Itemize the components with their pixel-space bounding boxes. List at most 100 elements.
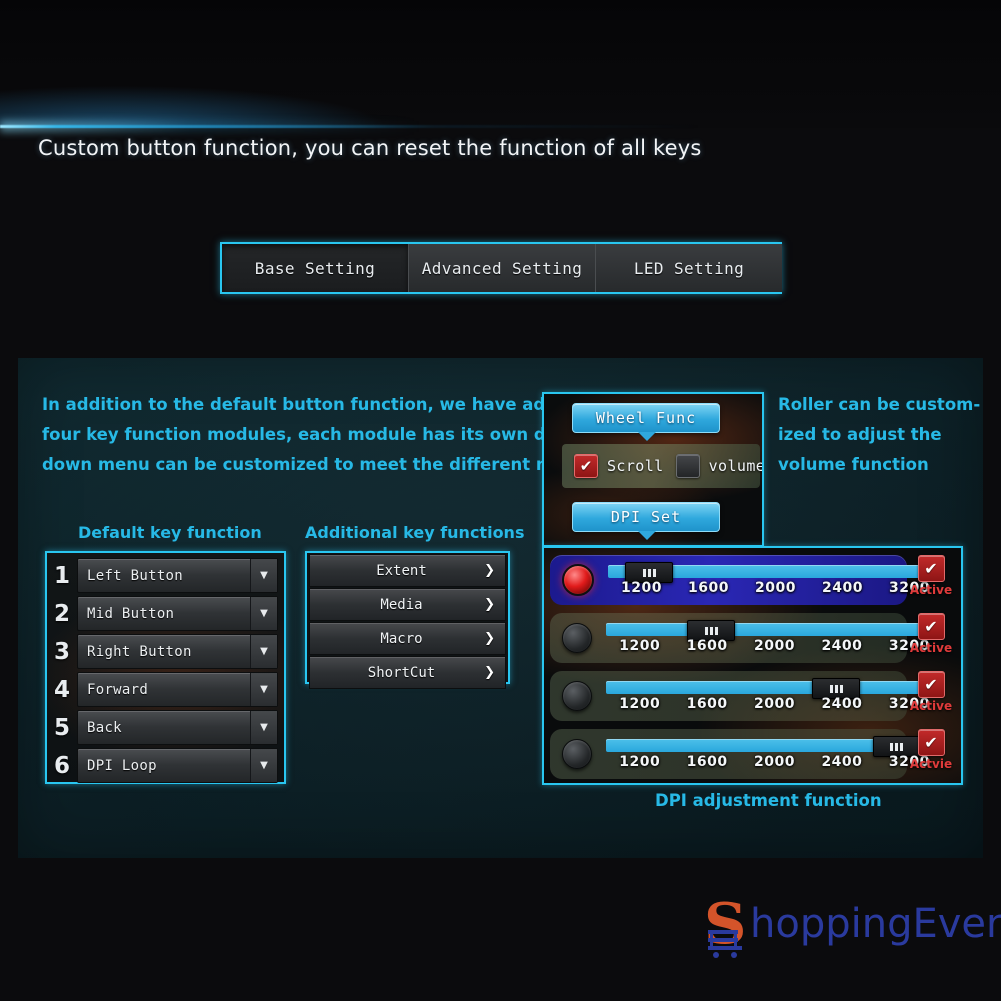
menu-item-label: Extent: [376, 562, 427, 579]
menu-item-extent[interactable]: Extent ❯: [309, 554, 506, 587]
wheel-func-button[interactable]: Wheel Func: [572, 403, 720, 441]
description-line-1: In addition to the default button functi…: [42, 395, 581, 414]
dpi-led-indicator[interactable]: [562, 681, 592, 711]
wheel-function-panel: Wheel Func ✔ Scroll volume DPI Set: [542, 392, 764, 547]
key-row: 5 Back ▼: [47, 709, 284, 746]
dpi-tick: 2400: [821, 754, 863, 770]
dpi-slider-track: [606, 681, 943, 694]
chevron-right-icon: ❯: [484, 631, 495, 646]
top-banner: [0, 0, 1001, 132]
dpi-tick: 1200: [619, 696, 661, 712]
chevron-down-icon[interactable]: ▼: [250, 749, 277, 782]
dpi-active-checkbox[interactable]: ✔: [917, 555, 945, 582]
dpi-tick: 1600: [686, 638, 728, 654]
watermark-text: hoppingEverydays: [750, 901, 1001, 947]
key-dropdown-3[interactable]: Right Button ▼: [77, 634, 278, 669]
dpi-tick-labels: 1200 1600 2000 2400 3200: [606, 754, 943, 770]
key-index: 1: [53, 562, 70, 589]
dpi-tick: 1200: [619, 754, 661, 770]
dpi-tick: 1600: [686, 754, 728, 770]
key-dropdown-1[interactable]: Left Button ▼: [77, 558, 278, 593]
key-index: 5: [53, 714, 70, 741]
key-row: 6 DPI Loop ▼: [47, 747, 284, 784]
chevron-right-icon: ❯: [484, 563, 495, 578]
additional-key-functions-menu: Extent ❯ Media ❯ Macro ❯ ShortCut ❯: [305, 551, 510, 689]
key-dropdown-value: Right Button: [87, 643, 192, 660]
key-dropdown-value: Forward: [87, 681, 149, 698]
dpi-slider-3[interactable]: 1200 1600 2000 2400 3200: [606, 676, 943, 716]
roller-note-line-1: Roller can be custom-: [778, 395, 981, 414]
key-row: 4 Forward ▼: [47, 671, 284, 708]
settings-tabbar: Base Setting Advanced Setting LED Settin…: [220, 242, 782, 294]
dpi-active-group: ✔ Actvie: [909, 729, 953, 771]
dpi-tick: 2400: [821, 638, 863, 654]
key-dropdown-value: Mid Button: [87, 605, 175, 622]
additional-key-functions-label: Additional key functions: [305, 523, 525, 542]
scroll-label: Scroll: [607, 457, 664, 475]
tab-led-setting[interactable]: LED Setting: [596, 244, 782, 292]
chevron-down-icon[interactable]: ▼: [250, 559, 277, 592]
scroll-checkbox[interactable]: ✔: [574, 454, 598, 478]
dpi-set-button[interactable]: DPI Set: [572, 502, 720, 540]
tab-advanced-setting[interactable]: Advanced Setting: [409, 244, 596, 292]
menu-item-shortcut[interactable]: ShortCut ❯: [309, 656, 506, 689]
menu-item-media[interactable]: Media ❯: [309, 588, 506, 621]
tab-base-setting[interactable]: Base Setting: [222, 244, 409, 292]
dpi-led-indicator[interactable]: [562, 564, 594, 596]
dpi-active-checkbox[interactable]: ✔: [917, 671, 945, 698]
dpi-active-label: Active: [909, 641, 953, 655]
dpi-tick-labels: 1200 1600 2000 2400 3200: [608, 580, 943, 596]
dpi-slider-2[interactable]: 1200 1600 2000 2400 3200: [606, 618, 943, 658]
wheel-options-strip: ✔ Scroll volume: [562, 444, 762, 488]
banner-glow-line: [0, 125, 700, 128]
dpi-led-indicator[interactable]: [562, 739, 592, 769]
dpi-active-label: Actvie: [909, 757, 953, 771]
chevron-down-icon[interactable]: ▼: [250, 635, 277, 668]
dpi-active-label: Active: [909, 583, 953, 597]
chevron-down-icon[interactable]: ▼: [250, 673, 277, 706]
dpi-tick-labels: 1200 1600 2000 2400 3200: [606, 638, 943, 654]
key-row: 2 Mid Button ▼: [47, 595, 284, 632]
key-dropdown-value: DPI Loop: [87, 757, 157, 774]
dpi-tick: 1600: [688, 580, 729, 596]
volume-checkbox[interactable]: [675, 454, 700, 478]
menu-item-label: Macro: [380, 630, 423, 647]
dpi-tick-labels: 1200 1600 2000 2400 3200: [606, 696, 943, 712]
dpi-tick: 2400: [821, 696, 863, 712]
dpi-tick: 1600: [686, 696, 728, 712]
key-index: 3: [53, 638, 70, 665]
dpi-row: 1200 1600 2000 2400 3200 ✔ Actvie: [550, 727, 955, 781]
dpi-active-checkbox[interactable]: ✔: [917, 613, 945, 640]
dpi-tick: 2400: [822, 580, 863, 596]
key-dropdown-4[interactable]: Forward ▼: [77, 672, 278, 707]
chevron-right-icon: ❯: [484, 597, 495, 612]
key-dropdown-2[interactable]: Mid Button ▼: [77, 596, 278, 631]
key-row: 3 Right Button ▼: [47, 633, 284, 670]
dpi-tick: 2000: [755, 580, 796, 596]
key-index: 2: [53, 600, 70, 627]
dpi-adjustment-panel: 1200 1600 2000 2400 3200 ✔ Active 1200 1…: [542, 546, 963, 785]
key-index: 6: [53, 752, 70, 779]
key-dropdown-6[interactable]: DPI Loop ▼: [77, 748, 278, 783]
description-text: In addition to the default button functi…: [42, 390, 592, 480]
shopping-cart-icon: [708, 930, 742, 958]
dpi-active-checkbox[interactable]: ✔: [917, 729, 945, 756]
dpi-tick: 1200: [619, 638, 661, 654]
menu-item-macro[interactable]: Macro ❯: [309, 622, 506, 655]
key-dropdown-5[interactable]: Back ▼: [77, 710, 278, 745]
chevron-down-icon[interactable]: ▼: [250, 597, 277, 630]
dpi-slider-1[interactable]: 1200 1600 2000 2400 3200: [608, 560, 943, 600]
volume-label: volume: [708, 457, 764, 475]
description-line-3: down menu can be customized to meet the …: [42, 455, 592, 474]
roller-note-line-2: ized to adjust the: [778, 425, 942, 444]
dpi-active-group: ✔ Active: [909, 555, 953, 597]
dpi-adjustment-caption: DPI adjustment function: [655, 791, 882, 810]
key-index: 4: [53, 676, 70, 703]
default-key-function-label: Default key function: [78, 523, 262, 542]
dpi-led-indicator[interactable]: [562, 623, 592, 653]
chevron-down-icon[interactable]: ▼: [250, 711, 277, 744]
dpi-slider-4[interactable]: 1200 1600 2000 2400 3200: [606, 734, 943, 774]
chevron-right-icon: ❯: [484, 665, 495, 680]
page-title: Custom button function, you can reset th…: [38, 136, 702, 160]
menu-item-label: Media: [380, 596, 423, 613]
